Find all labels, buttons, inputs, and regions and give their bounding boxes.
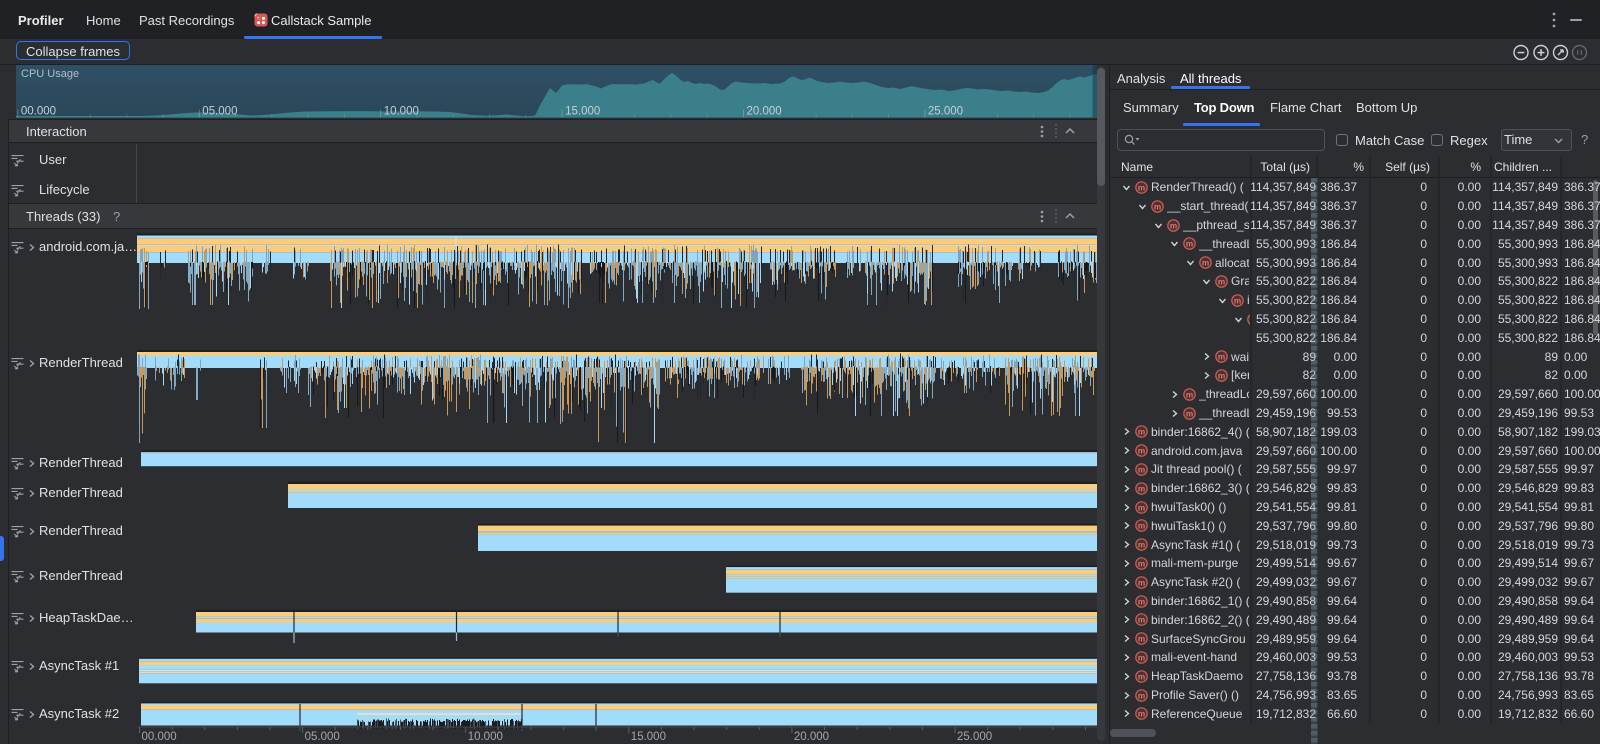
- svg-text:m: m: [1170, 221, 1177, 230]
- svg-text:m: m: [1154, 202, 1161, 211]
- svg-text:m: m: [1218, 277, 1225, 286]
- svg-text:00.000: 00.000: [142, 731, 177, 743]
- svg-text:m: m: [1138, 616, 1145, 625]
- svg-text:20.000: 20.000: [794, 731, 829, 743]
- svg-text:m: m: [1138, 653, 1145, 662]
- svg-text:05.000: 05.000: [305, 731, 340, 743]
- svg-text:m: m: [1138, 710, 1145, 719]
- svg-text:m: m: [1186, 240, 1193, 249]
- svg-text:m: m: [1138, 597, 1145, 606]
- svg-text:m: m: [1138, 540, 1145, 549]
- svg-text:m: m: [1138, 522, 1145, 531]
- svg-text:m: m: [1138, 634, 1145, 643]
- svg-text:m: m: [1138, 484, 1145, 493]
- svg-text:CPU Usage: CPU Usage: [21, 68, 79, 80]
- svg-text:m: m: [1138, 183, 1145, 192]
- svg-text:m: m: [1138, 465, 1145, 474]
- svg-text:m: m: [1138, 672, 1145, 681]
- svg-text:m: m: [1218, 371, 1225, 380]
- svg-text:25.000: 25.000: [928, 106, 963, 118]
- svg-text:25.000: 25.000: [957, 731, 992, 743]
- svg-text:10.000: 10.000: [468, 731, 503, 743]
- svg-text:m: m: [1138, 559, 1145, 568]
- svg-text:m: m: [1202, 258, 1209, 267]
- svg-text:15.000: 15.000: [565, 106, 600, 118]
- svg-text:05.000: 05.000: [202, 106, 237, 118]
- svg-text:m: m: [1138, 446, 1145, 455]
- svg-text:20.000: 20.000: [747, 106, 782, 118]
- svg-text:10.000: 10.000: [384, 106, 419, 118]
- svg-text:00.000: 00.000: [21, 106, 56, 118]
- svg-text:m: m: [1218, 352, 1225, 361]
- svg-text:m: m: [1186, 409, 1193, 418]
- svg-text:m: m: [1138, 428, 1145, 437]
- svg-text:15.000: 15.000: [631, 731, 666, 743]
- svg-text:m: m: [1186, 390, 1193, 399]
- svg-text:m: m: [1138, 691, 1145, 700]
- svg-text:m: m: [1138, 578, 1145, 587]
- svg-text:m: m: [1138, 503, 1145, 512]
